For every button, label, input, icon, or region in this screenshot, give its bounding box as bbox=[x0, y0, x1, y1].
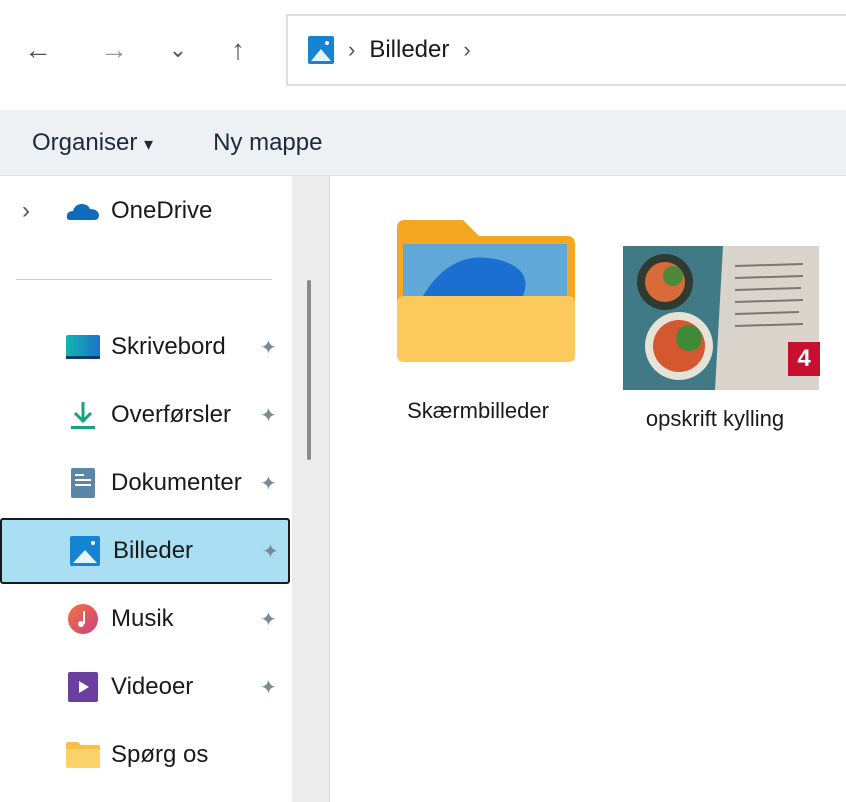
videos-icon bbox=[68, 672, 98, 702]
sidebar-item-musik[interactable]: Musik ✦ bbox=[0, 586, 290, 652]
navigation-bar: ← → ⌄ ↑ › Billeder › bbox=[0, 0, 846, 110]
pin-icon[interactable]: ✦ bbox=[260, 335, 277, 360]
scrollbar-thumb[interactable] bbox=[307, 280, 311, 460]
file-item-skaermbilleder[interactable]: Skærmbilleder bbox=[370, 216, 586, 424]
toolbar: Organiser ▾ Ny mappe bbox=[0, 110, 846, 176]
music-icon bbox=[68, 604, 98, 634]
sidebar-item-label: Overførsler bbox=[111, 401, 231, 428]
sidebar-item-label: Billeder bbox=[113, 537, 194, 564]
folder-icon bbox=[66, 742, 100, 768]
divider bbox=[16, 279, 272, 280]
navigation-pane: › OneDrive Skrivebord ✦ Overførsler ✦ Do… bbox=[0, 176, 292, 802]
sidebar-item-dokumenter[interactable]: Dokumenter ✦ bbox=[0, 450, 290, 516]
download-icon bbox=[71, 402, 95, 429]
sidebar-item-skrivebord[interactable]: Skrivebord ✦ bbox=[0, 314, 290, 380]
sidebar-item-label: OneDrive bbox=[111, 197, 213, 224]
sidebar-item-sporg-os[interactable]: Spørg os bbox=[0, 722, 290, 788]
file-name: Skærmbilleder bbox=[407, 398, 549, 423]
sidebar-item-label: Spørg os bbox=[111, 741, 209, 768]
expand-chevron-icon[interactable]: › bbox=[22, 197, 30, 225]
pin-icon[interactable]: ✦ bbox=[260, 675, 277, 700]
new-folder-button[interactable]: Ny mappe bbox=[213, 129, 322, 157]
breadcrumb-chevron[interactable]: › bbox=[463, 37, 470, 63]
forward-button[interactable]: → bbox=[94, 30, 134, 70]
callout-badge: 4 bbox=[788, 342, 820, 376]
caret-down-icon: ▾ bbox=[144, 133, 154, 154]
recent-locations-button[interactable]: ⌄ bbox=[158, 30, 198, 70]
sidebar-item-billeder[interactable]: Billeder ✦ bbox=[0, 518, 290, 584]
desktop-icon bbox=[66, 335, 100, 359]
pin-icon[interactable]: ✦ bbox=[260, 403, 277, 428]
documents-icon bbox=[71, 468, 95, 498]
file-view: Skærmbilleder 4 opskrift kylling bbox=[330, 176, 846, 802]
organise-label: Organiser bbox=[32, 128, 138, 156]
sidebar-scrollbar[interactable] bbox=[292, 176, 330, 802]
folder-thumbnail-icon bbox=[397, 220, 575, 362]
onedrive-cloud-icon bbox=[66, 204, 99, 220]
sidebar-item-onedrive[interactable]: › OneDrive bbox=[0, 178, 290, 244]
pin-icon[interactable]: ✦ bbox=[260, 471, 277, 496]
organise-button[interactable]: Organiser ▾ bbox=[32, 129, 153, 157]
breadcrumb-billeder[interactable]: Billeder bbox=[369, 36, 449, 64]
sidebar-item-label: Skrivebord bbox=[111, 333, 226, 360]
breadcrumb-separator: › bbox=[348, 37, 356, 62]
pin-icon[interactable]: ✦ bbox=[260, 607, 277, 632]
pictures-icon bbox=[308, 36, 334, 64]
file-name: opskrift kylling bbox=[645, 406, 785, 431]
back-button[interactable]: ← bbox=[18, 30, 58, 70]
up-button[interactable]: ↑ bbox=[218, 30, 258, 70]
sidebar-item-label: Videoer bbox=[111, 673, 194, 700]
sidebar-item-overforsler[interactable]: Overførsler ✦ bbox=[0, 382, 290, 448]
sidebar-item-videoer[interactable]: Videoer ✦ bbox=[0, 654, 290, 720]
file-item-opskrift-kylling[interactable]: 4 opskrift kylling bbox=[600, 216, 830, 432]
address-bar[interactable]: › Billeder › bbox=[286, 14, 846, 86]
sidebar-item-label: Musik bbox=[111, 605, 174, 632]
pin-icon[interactable]: ✦ bbox=[262, 539, 279, 564]
pictures-icon bbox=[70, 536, 100, 566]
sidebar-item-label: Dokumenter bbox=[111, 469, 242, 496]
